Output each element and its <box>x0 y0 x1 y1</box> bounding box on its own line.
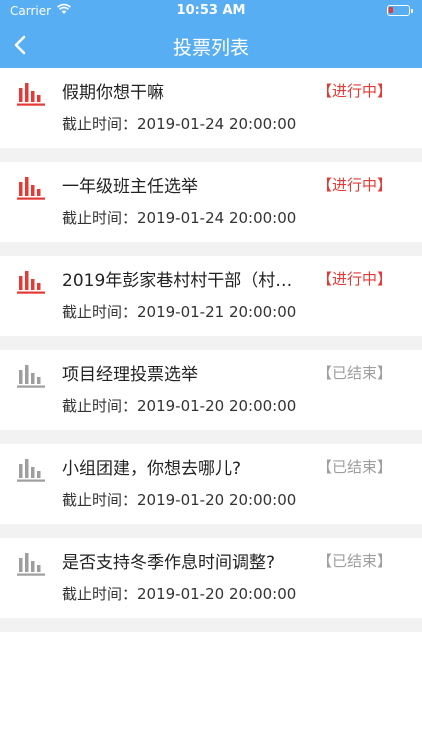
battery-icon <box>387 5 413 16</box>
bar-chart-icon <box>17 459 45 482</box>
bar-chart-icon <box>17 271 45 294</box>
deadline-text: 截止时间：2019-01-20 20:00:00 <box>62 397 297 415</box>
vote-list-item[interactable]: 假期你想干嘛 【进行中】 截止时间：2019-01-24 20:00:00 <box>0 68 422 162</box>
vote-title: 一年级班主任选举 <box>62 177 198 197</box>
bar-chart-icon <box>17 365 45 388</box>
status-badge: 【已结束】 <box>316 364 392 382</box>
vote-title: 小组团建，你想去哪儿? <box>62 459 242 479</box>
vote-list-item[interactable]: 2019年彭家巷村村干部（村… 【进行中】 截止时间：2019-01-21 20… <box>0 256 422 350</box>
vote-list-item[interactable]: 项目经理投票选举 【已结束】 截止时间：2019-01-20 20:00:00 <box>0 350 422 444</box>
clock: 10:53 AM <box>176 3 246 18</box>
status-badge: 【已结束】 <box>316 458 392 476</box>
header: Carrier 10:53 AM 投票列表 <box>0 0 422 68</box>
nav-bar: 投票列表 <box>0 22 422 68</box>
status-badge: 【进行中】 <box>316 82 392 100</box>
vote-list: 假期你想干嘛 【进行中】 截止时间：2019-01-24 20:00:00 一年… <box>0 68 422 632</box>
vote-list-item[interactable]: 小组团建，你想去哪儿? 【已结束】 截止时间：2019-01-20 20:00:… <box>0 444 422 538</box>
bar-chart-icon <box>17 553 45 576</box>
deadline-text: 截止时间：2019-01-24 20:00:00 <box>62 115 297 133</box>
status-badge: 【进行中】 <box>316 270 392 288</box>
vote-title: 假期你想干嘛 <box>62 83 164 103</box>
deadline-text: 截止时间：2019-01-21 20:00:00 <box>62 303 297 321</box>
deadline-text: 截止时间：2019-01-20 20:00:00 <box>62 585 297 603</box>
page-title: 投票列表 <box>172 37 249 59</box>
deadline-text: 截止时间：2019-01-20 20:00:00 <box>62 491 297 509</box>
status-badge: 【进行中】 <box>316 176 392 194</box>
bar-chart-icon <box>17 83 45 106</box>
deadline-text: 截止时间：2019-01-24 20:00:00 <box>62 209 297 227</box>
vote-title: 是否支持冬季作息时间调整? <box>62 553 276 573</box>
status-bar: Carrier 10:53 AM <box>0 0 422 22</box>
vote-list-item[interactable]: 一年级班主任选举 【进行中】 截止时间：2019-01-24 20:00:00 <box>0 162 422 256</box>
vote-title: 2019年彭家巷村村干部（村… <box>62 271 293 291</box>
vote-title: 项目经理投票选举 <box>62 365 198 385</box>
vote-list-item[interactable]: 是否支持冬季作息时间调整? 【已结束】 截止时间：2019-01-20 20:0… <box>0 538 422 632</box>
bar-chart-icon <box>17 177 45 200</box>
status-badge: 【已结束】 <box>316 552 392 570</box>
